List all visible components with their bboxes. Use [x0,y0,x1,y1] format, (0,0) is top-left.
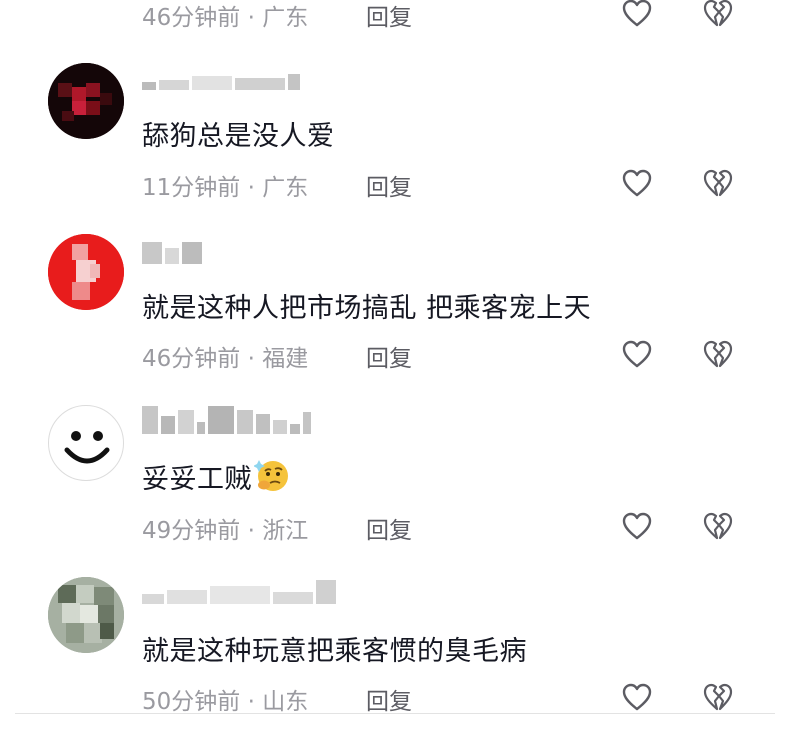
username-blurred[interactable] [142,406,382,434]
username-blurred[interactable] [142,240,312,264]
avatar[interactable] [48,577,124,653]
thinking-face-emoji [254,460,288,491]
broken-heart-icon[interactable] [703,0,733,27]
heart-outline-icon[interactable] [622,169,652,197]
reply-button[interactable]: 回复 [366,339,412,373]
heart-outline-icon[interactable] [622,0,652,27]
comment-text: 舔狗总是没人爱 [142,121,335,152]
reply-button[interactable]: 回复 [366,168,412,202]
heart-outline-icon[interactable] [622,340,652,368]
heart-outline-icon[interactable] [622,683,652,711]
comment-text: 就是这种玩意把乘客惯的臭毛病 [142,636,527,667]
username-blurred[interactable] [142,580,342,604]
comment-time-location: 11分钟前 · 广东 [142,175,309,201]
comment-time-location: 46分钟前 · 福建 [142,346,309,372]
username-blurred[interactable] [142,66,312,90]
broken-heart-icon[interactable] [703,340,733,368]
avatar[interactable] [48,405,124,481]
comment-text-body: 妥妥工贼 [142,464,252,495]
divider [15,713,775,714]
broken-heart-icon[interactable] [703,512,733,540]
comment-time-location: 50分钟前 · 山东 [142,689,309,715]
avatar[interactable] [48,63,124,139]
reply-button[interactable]: 回复 [366,682,412,716]
avatar[interactable] [48,234,124,310]
comment-time-location: 46分钟前 · 广东 [142,5,309,31]
reply-button[interactable]: 回复 [366,511,412,545]
comment-time-location: 49分钟前 · 浙江 [142,518,309,544]
broken-heart-icon[interactable] [703,683,733,711]
comment-text: 妥妥工贼 [142,457,290,496]
reply-button[interactable]: 回复 [366,0,412,32]
heart-outline-icon[interactable] [622,512,652,540]
broken-heart-icon[interactable] [703,169,733,197]
comment-text: 就是这种人把市场搞乱 把乘客宠上天 [142,293,592,324]
